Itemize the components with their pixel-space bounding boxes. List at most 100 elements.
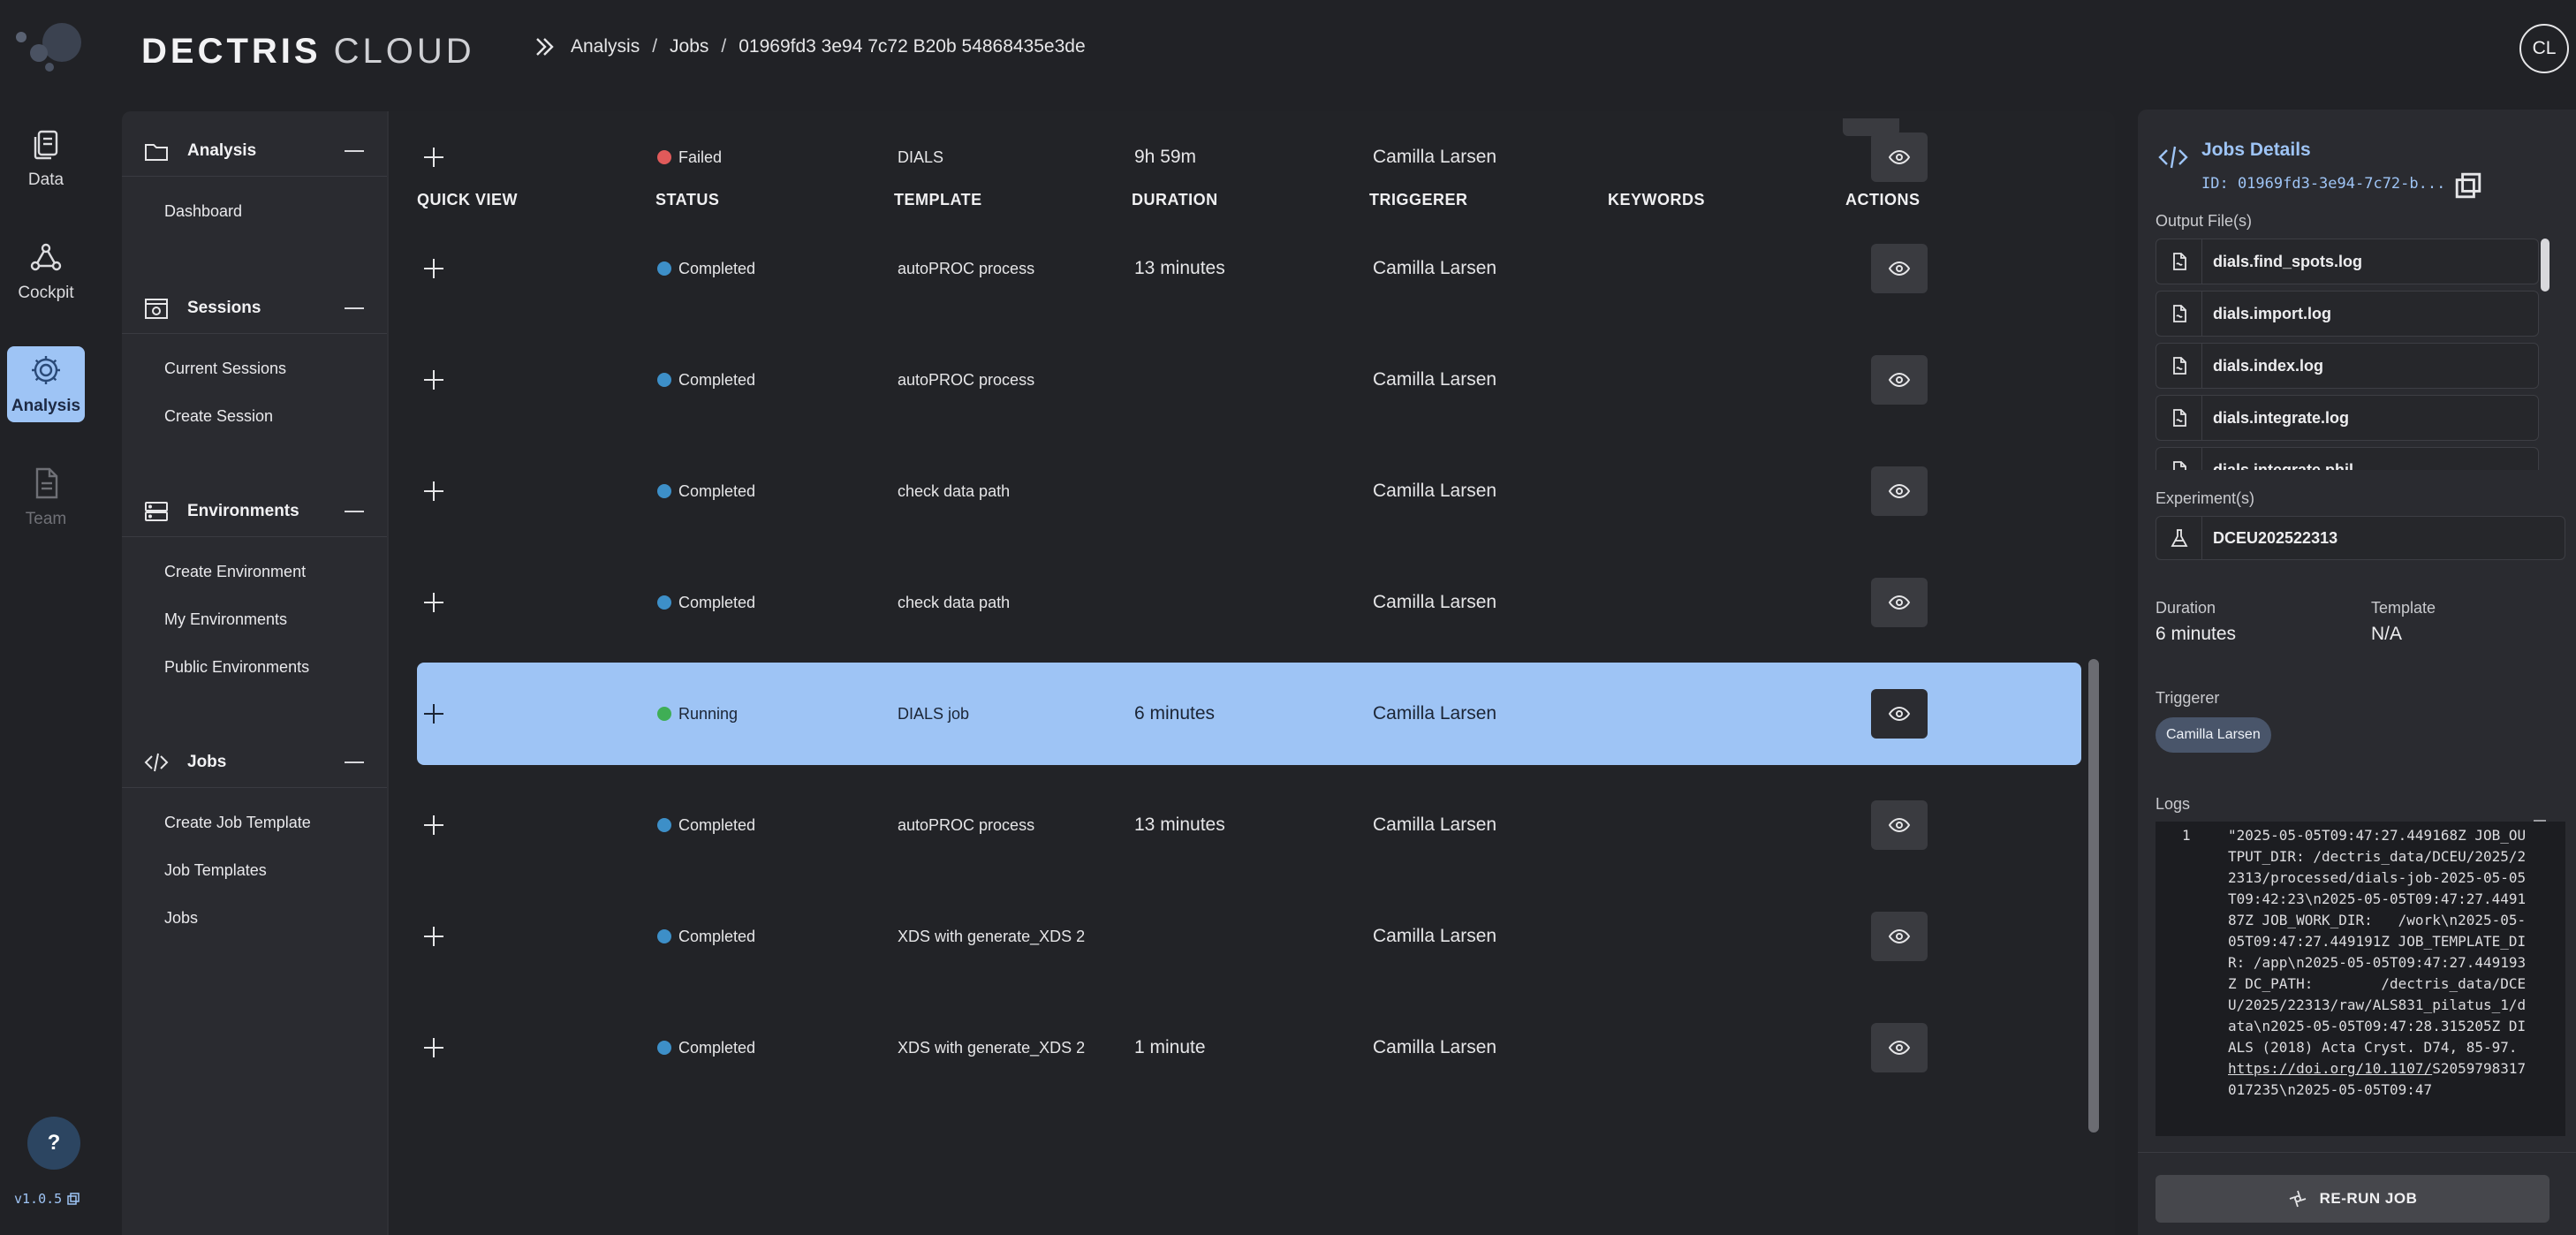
data-icon <box>34 130 58 160</box>
status-text: Completed <box>678 259 756 277</box>
table-row[interactable]: Failed DIALS 9h 59m Camilla Larsen <box>417 106 2081 208</box>
eye-icon <box>1888 595 1911 610</box>
output-files-label: Output File(s) <box>2156 212 2253 230</box>
expand-row-icon[interactable] <box>424 259 443 278</box>
output-file-item[interactable]: dials.import.log <box>2156 291 2539 337</box>
output-file-item[interactable]: dials.integrate.phil <box>2156 447 2539 470</box>
nav-section-environments: Environments Create Environment My Envir… <box>122 486 387 691</box>
files-scrollbar[interactable] <box>2541 239 2549 292</box>
rail-label-data: Data <box>27 170 64 189</box>
copy-icon[interactable] <box>2452 171 2484 200</box>
rerun-icon <box>2289 1190 2306 1208</box>
row-triggerer: Camilla Larsen <box>1373 592 1497 612</box>
collapse-icon[interactable] <box>345 761 364 763</box>
template-value: N/A <box>2371 624 2403 644</box>
view-job-button[interactable] <box>1871 912 1928 961</box>
status-text: Completed <box>678 370 756 389</box>
view-job-button[interactable] <box>1871 578 1928 627</box>
expand-row-icon[interactable] <box>424 148 443 167</box>
table-row[interactable]: Completed check data path Camilla Larsen <box>417 440 2081 542</box>
status-text: Completed <box>678 593 756 611</box>
nav-head-sessions[interactable]: Sessions <box>122 283 387 334</box>
table-row[interactable]: Completed autoPROC process 13 minutes Camil… <box>417 774 2081 876</box>
brand-light: CLOUD <box>333 32 475 71</box>
table-row[interactable]: Running DIALS job 6 minutes Camilla Larsen <box>417 663 2081 765</box>
collapse-icon[interactable] <box>345 150 364 152</box>
eye-icon <box>1888 261 1911 277</box>
view-job-button[interactable] <box>1871 800 1928 850</box>
rail-item-cockpit[interactable]: Cockpit <box>7 233 85 309</box>
nav-link-create-session[interactable]: Create Session <box>122 392 387 440</box>
collapse-icon[interactable] <box>345 511 364 512</box>
view-job-button[interactable] <box>1871 133 1928 182</box>
log-doi-link[interactable]: https://doi.org/10.1107/ <box>2228 1060 2432 1077</box>
table-row[interactable]: Completed autoPROC process 13 minutes Camil… <box>417 217 2081 320</box>
table-row[interactable]: Completed autoPROC process Camilla Larsen <box>417 329 2081 431</box>
table-row[interactable]: Completed check data path Camilla Larsen <box>417 551 2081 654</box>
row-duration: 13 minutes <box>1134 814 1225 835</box>
breadcrumb-jobs[interactable]: Jobs <box>670 36 708 57</box>
nav-link-public-environments[interactable]: Public Environments <box>122 643 387 691</box>
row-status: Completed <box>657 551 755 654</box>
expand-row-icon[interactable] <box>424 370 443 390</box>
expand-row-icon[interactable] <box>424 481 443 501</box>
view-job-button[interactable] <box>1871 355 1928 405</box>
triggerer-label: Triggerer <box>2156 689 2220 707</box>
output-file-item[interactable]: dials.find_spots.log <box>2156 239 2539 284</box>
row-triggerer: Camilla Larsen <box>1373 369 1497 390</box>
code-icon <box>2158 146 2188 169</box>
nav-link-dashboard[interactable]: Dashboard <box>122 187 387 235</box>
nav-link-job-templates[interactable]: Job Templates <box>122 846 387 894</box>
view-job-button[interactable] <box>1871 466 1928 516</box>
help-button[interactable]: ? <box>27 1117 80 1170</box>
status-text: Completed <box>678 481 756 500</box>
nav-head-environments[interactable]: Environments <box>122 486 387 537</box>
nav-link-create-job-template[interactable]: Create Job Template <box>122 799 387 846</box>
output-file-item[interactable]: dials.integrate.log <box>2156 395 2539 441</box>
nav-link-current-sessions[interactable]: Current Sessions <box>122 345 387 392</box>
job-details-panel: Jobs Details ID: 01969fd3-3e94-7c72-b...… <box>2138 110 2576 1235</box>
table-row[interactable]: Completed XDS with generate_XDS 2 1 minute… <box>417 996 2081 1099</box>
expand-row-icon[interactable] <box>424 815 443 835</box>
row-duration: 9h 59m <box>1134 147 1197 167</box>
experiment-name: DCEU202522313 <box>2213 528 2338 547</box>
copy-icon[interactable] <box>67 1193 80 1205</box>
output-file-item[interactable]: dials.index.log <box>2156 343 2539 389</box>
row-triggerer: Camilla Larsen <box>1373 147 1497 167</box>
avatar[interactable]: CL <box>2519 24 2569 73</box>
table-scrollbar[interactable] <box>2088 659 2099 1133</box>
status-dot <box>657 484 671 498</box>
triggerer-chip: Camilla Larsen <box>2156 717 2271 753</box>
row-triggerer: Camilla Larsen <box>1373 926 1497 946</box>
eye-icon <box>1888 483 1911 499</box>
brand-wordmark[interactable]: DECTRIS CLOUD <box>141 32 475 72</box>
breadcrumb-analysis[interactable]: Analysis <box>571 36 640 57</box>
collapse-icon[interactable] <box>345 307 364 309</box>
nav-link-my-environments[interactable]: My Environments <box>122 595 387 643</box>
rail-item-data[interactable]: Data <box>7 120 85 196</box>
view-job-button[interactable] <box>1871 689 1928 739</box>
expand-row-icon[interactable] <box>424 1038 443 1057</box>
expand-row-icon[interactable] <box>424 927 443 946</box>
nav-head-jobs[interactable]: Jobs <box>122 737 387 788</box>
file-icon <box>2172 253 2186 270</box>
table-row[interactable]: Completed XDS with generate_XDS 2 Camilla … <box>417 885 2081 988</box>
experiment-item[interactable]: DCEU202522313 <box>2156 516 2565 560</box>
nav-link-jobs[interactable]: Jobs <box>122 894 387 942</box>
dectris-logo-icon[interactable] <box>12 19 83 72</box>
expand-row-icon[interactable] <box>424 704 443 724</box>
nav-link-create-environment[interactable]: Create Environment <box>122 548 387 595</box>
view-job-button[interactable] <box>1871 1023 1928 1072</box>
logs-scrollbar[interactable] <box>2534 820 2546 822</box>
row-triggerer: Camilla Larsen <box>1373 1037 1497 1057</box>
nav-head-analysis[interactable]: Analysis <box>122 125 387 177</box>
row-template: DIALS <box>898 148 944 166</box>
logs-viewer[interactable]: 1 "2025-05-05T09:47:27.449168Z JOB_OUTPU… <box>2156 822 2565 1136</box>
rail-item-analysis[interactable]: Analysis <box>7 346 85 422</box>
expand-sidebar-icon[interactable] <box>532 34 558 60</box>
rail-item-team[interactable]: Team <box>7 459 85 535</box>
app-rail: Data Cockpit Analysis Team ? v1.0.5 <box>0 0 124 1235</box>
rerun-job-button[interactable]: RE-RUN JOB <box>2156 1175 2549 1223</box>
view-job-button[interactable] <box>1871 244 1928 293</box>
expand-row-icon[interactable] <box>424 593 443 612</box>
